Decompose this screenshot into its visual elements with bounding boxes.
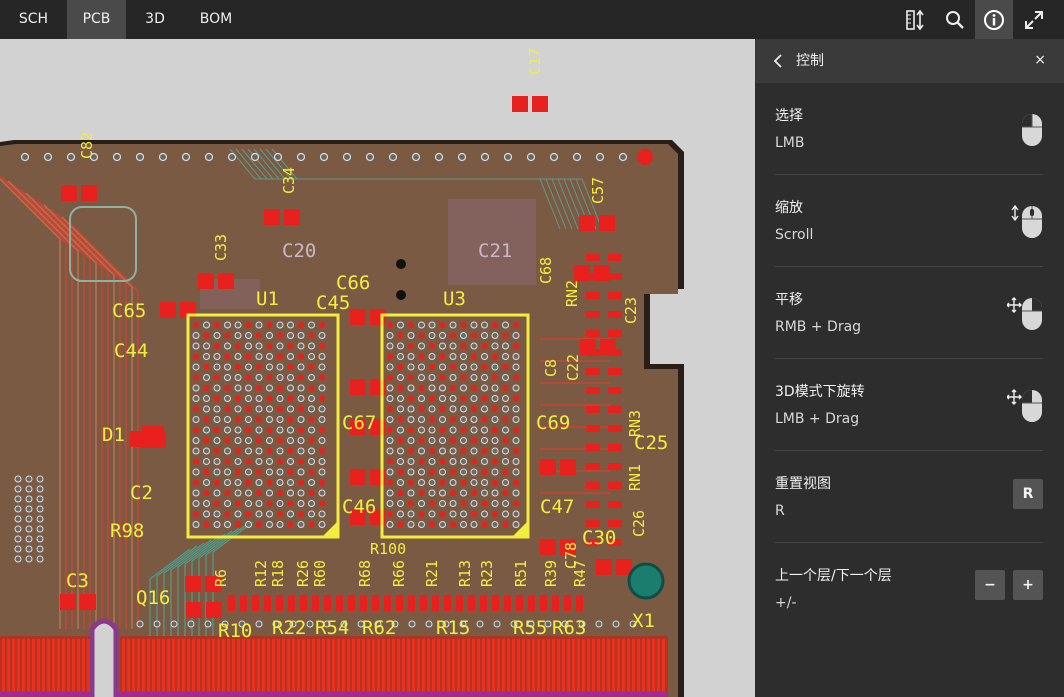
silk-label: C68 xyxy=(537,257,555,284)
silk-label: C23 xyxy=(622,297,640,324)
silk-label: RN1 xyxy=(626,464,644,491)
controls-panel: 控制 × 选择 LMB 缩放 Scroll 平移 RMB + Drag 3D模式… xyxy=(755,39,1064,697)
silk-label: R10 xyxy=(218,620,252,642)
silk-label: R12 xyxy=(252,560,270,587)
silk-label: R21 xyxy=(423,560,441,587)
silk-label: C33 xyxy=(212,234,230,261)
control-reset-view: 重置视图 R R xyxy=(775,451,1043,543)
info-icon[interactable] xyxy=(975,0,1013,39)
silk-label: C30 xyxy=(582,527,616,549)
chevron-left-icon[interactable] xyxy=(773,53,783,73)
mouse-scroll-icon xyxy=(1011,204,1043,243)
silk-label: C45 xyxy=(316,292,350,314)
silk-label: R15 xyxy=(436,617,470,639)
mouse-left-drag-icon xyxy=(1006,389,1043,427)
tab-3d[interactable]: 3D xyxy=(126,0,184,39)
silk-label: C26 xyxy=(630,510,648,537)
silk-label: C82 xyxy=(78,132,96,159)
control-key: LMB xyxy=(775,135,805,151)
close-icon[interactable]: × xyxy=(1034,52,1046,68)
control-label: 选择 xyxy=(775,108,803,124)
tab-bom[interactable]: BOM xyxy=(184,0,248,39)
silk-label: C25 xyxy=(634,432,668,454)
fiducial xyxy=(637,149,653,165)
silk-label: R54 xyxy=(315,617,349,639)
pcb-canvas[interactable]: C17 C82 C34 C57 C33 C66 C45 C68 RN2 C23 C65 U1 U3 C44… xyxy=(0,39,755,697)
silk-label: R39 xyxy=(542,560,560,587)
silk-label: R47 xyxy=(571,560,589,587)
panel-title: 控制 xyxy=(796,53,824,69)
silk-label: R66 xyxy=(390,560,408,587)
silk-label: C3 xyxy=(66,570,89,592)
silk-label: R62 xyxy=(362,617,396,639)
control-zoom: 缩放 Scroll xyxy=(775,175,1043,267)
connector-notch xyxy=(89,618,119,697)
next-layer-button[interactable]: + xyxy=(1013,570,1043,600)
silk-label: X1 xyxy=(632,610,655,632)
control-pan: 平移 RMB + Drag xyxy=(775,267,1043,359)
silk-label: C8 xyxy=(542,359,560,377)
fullscreen-icon[interactable] xyxy=(1015,0,1053,39)
silk-label: R60 xyxy=(311,560,329,587)
control-select: 选择 LMB xyxy=(775,83,1043,175)
mouse-left-click-icon xyxy=(1021,113,1043,151)
silk-label: R22 xyxy=(272,617,306,639)
silk-label: R63 xyxy=(552,617,586,639)
control-label: 上一个层/下一个层 xyxy=(775,568,892,584)
silk-label: C67 xyxy=(342,412,376,434)
silk-label: C22 xyxy=(564,354,582,381)
mounting-hole xyxy=(627,562,665,600)
silk-label: C46 xyxy=(342,496,376,518)
silk-label: C57 xyxy=(589,177,607,204)
silk-label: R13 xyxy=(456,560,474,587)
previous-layer-button[interactable]: − xyxy=(975,570,1005,600)
control-key: +/- xyxy=(775,595,797,611)
control-label: 缩放 xyxy=(775,200,803,216)
silk-label: R6 xyxy=(212,569,230,587)
silk-label: R100 xyxy=(370,540,406,558)
control-rotate-3d: 3D模式下旋转 LMB + Drag xyxy=(775,359,1043,451)
panel-header: 控制 × xyxy=(755,39,1064,83)
silk-label: C47 xyxy=(540,496,574,518)
control-label: 平移 xyxy=(775,292,803,308)
silk-label: R18 xyxy=(269,560,287,587)
silk-label: C17 xyxy=(526,48,544,75)
control-label: 3D模式下旋转 xyxy=(775,384,865,400)
control-key: RMB + Drag xyxy=(775,319,862,335)
silk-label: R26 xyxy=(294,560,312,587)
silk-label: C66 xyxy=(336,272,370,294)
reset-view-button[interactable]: R xyxy=(1013,479,1043,509)
silk-label: R98 xyxy=(110,520,144,542)
silk-label: C34 xyxy=(280,167,298,194)
silk-label: C44 xyxy=(114,340,148,362)
mouse-right-drag-icon xyxy=(1006,297,1043,335)
silk-label: RN2 xyxy=(563,280,581,307)
silk-label: U1 xyxy=(256,288,279,310)
silk-label: R55 xyxy=(513,617,547,639)
control-key: LMB + Drag xyxy=(775,411,860,427)
silk-label: U3 xyxy=(443,288,466,310)
silk-label: R68 xyxy=(356,560,374,587)
tab-sch[interactable]: SCH xyxy=(0,0,67,39)
ruler-measure-icon[interactable] xyxy=(896,0,934,39)
silk-label: Q16 xyxy=(136,587,170,609)
silk-label: C2 xyxy=(130,482,153,504)
silk-label: C20 xyxy=(282,240,316,262)
silk-label: R23 xyxy=(478,560,496,587)
control-key: R xyxy=(775,503,785,519)
control-key: Scroll xyxy=(775,227,814,243)
search-icon[interactable] xyxy=(936,0,974,39)
silk-label: C69 xyxy=(536,412,570,434)
control-layer-switch: 上一个层/下一个层 +/- − + xyxy=(775,543,1043,634)
top-toolbar: SCH PCB 3D BOM xyxy=(0,0,1064,39)
silk-label: D1 xyxy=(102,424,125,446)
control-label: 重置视图 xyxy=(775,476,831,492)
tab-pcb[interactable]: PCB xyxy=(67,0,126,39)
silk-label: C65 xyxy=(112,300,146,322)
silk-label: C21 xyxy=(478,240,512,262)
silk-label: R51 xyxy=(512,560,530,587)
